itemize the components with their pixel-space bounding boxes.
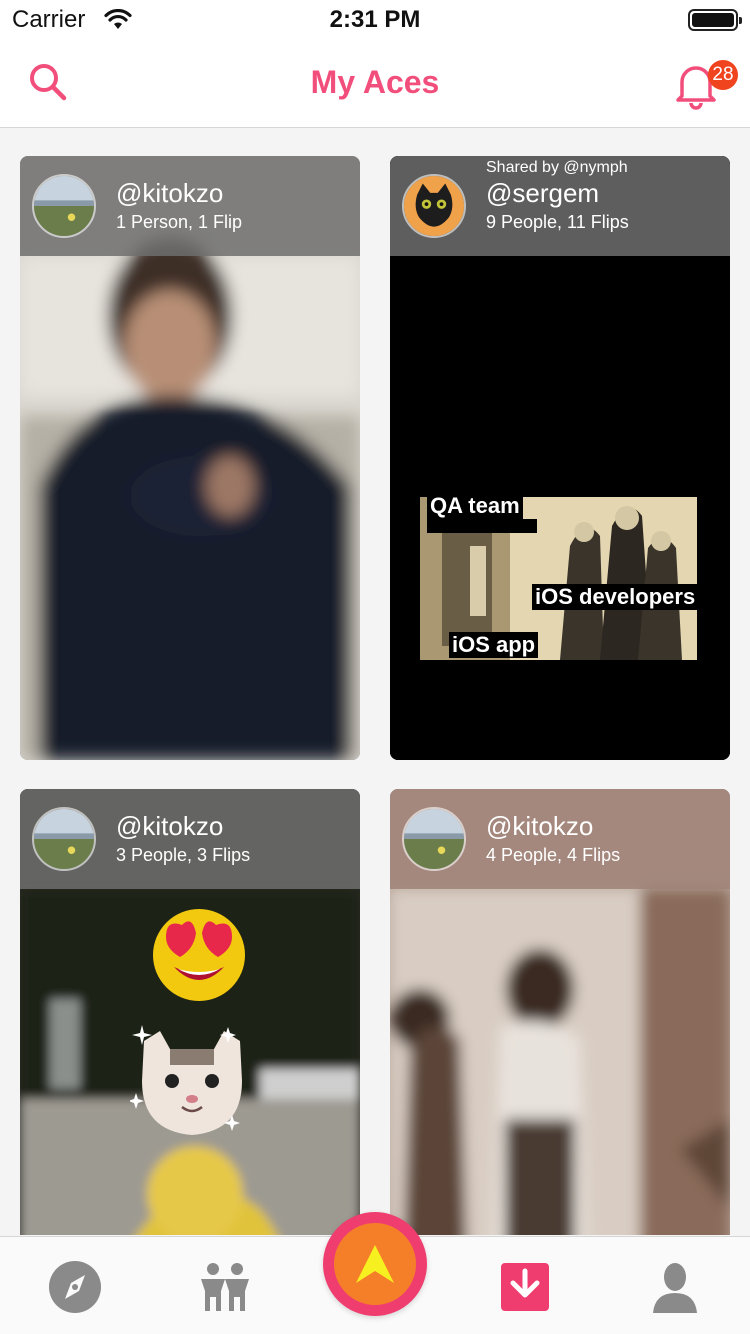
- card-header: @kitokzo 1 Person, 1 Flip: [20, 156, 360, 256]
- redacted-bar: [427, 519, 537, 533]
- meme-label: iOS app: [449, 632, 539, 658]
- ace-card[interactable]: @kitokzo 1 Person, 1 Flip: [20, 156, 360, 760]
- download-icon[interactable]: [495, 1257, 555, 1317]
- page-title: My Aces: [310, 64, 440, 100]
- people-icon[interactable]: [195, 1257, 255, 1317]
- card-meta: 3 People, 3 Flips: [116, 845, 251, 865]
- cat-sticker-icon: [130, 1025, 242, 1135]
- status-bar: Carrier 2:31 PM: [0, 0, 750, 40]
- card-handle: @sergem: [486, 178, 600, 208]
- create-ace-button[interactable]: [323, 1212, 427, 1316]
- ace-arrow-icon: [356, 1245, 394, 1283]
- aces-grid: @kitokzo 1 Person, 1 Flip QA team iOS de…: [0, 129, 750, 1235]
- heart-eyes-emoji-icon: [153, 909, 245, 1001]
- card-handle: @kitokzo: [116, 811, 224, 841]
- ace-card[interactable]: QA team iOS developers iOS app Shared by…: [390, 156, 730, 760]
- card-meta: 9 People, 11 Flips: [486, 212, 629, 232]
- nav-bar: My Aces 28: [0, 40, 750, 128]
- card-meta: 4 People, 4 Flips: [486, 845, 621, 865]
- ace-card[interactable]: @kitokzo 3 People, 3 Flips: [20, 789, 360, 1235]
- meme-label: QA team: [427, 493, 523, 519]
- card-handle: @kitokzo: [486, 811, 594, 841]
- battery-icon: [688, 9, 742, 31]
- clock: 2:31 PM: [329, 6, 421, 33]
- avatar: [402, 174, 466, 238]
- ace-card[interactable]: @kitokzo 4 People, 4 Flips: [390, 789, 730, 1235]
- card-header: @kitokzo 3 People, 3 Flips: [20, 789, 360, 889]
- card-header: @kitokzo 4 People, 4 Flips: [390, 789, 730, 889]
- compass-icon[interactable]: [45, 1257, 105, 1317]
- card-meta: 1 Person, 1 Flip: [116, 212, 243, 232]
- avatar: [32, 807, 96, 871]
- profile-icon[interactable]: [645, 1257, 705, 1317]
- shared-by: Shared by @nymph: [486, 159, 628, 176]
- avatar: [32, 174, 96, 238]
- card-header: Shared by @nymph @sergem 9 People, 11 Fl…: [390, 156, 730, 256]
- card-handle: @kitokzo: [116, 178, 224, 208]
- create-ace-button-inner: [334, 1223, 416, 1305]
- avatar: [402, 807, 466, 871]
- screen: Carrier 2:31 PM My Aces 28 @kitokzo 1 Pe…: [0, 0, 750, 1334]
- notification-badge: 28: [708, 60, 738, 90]
- meme-label: iOS developers: [532, 584, 699, 610]
